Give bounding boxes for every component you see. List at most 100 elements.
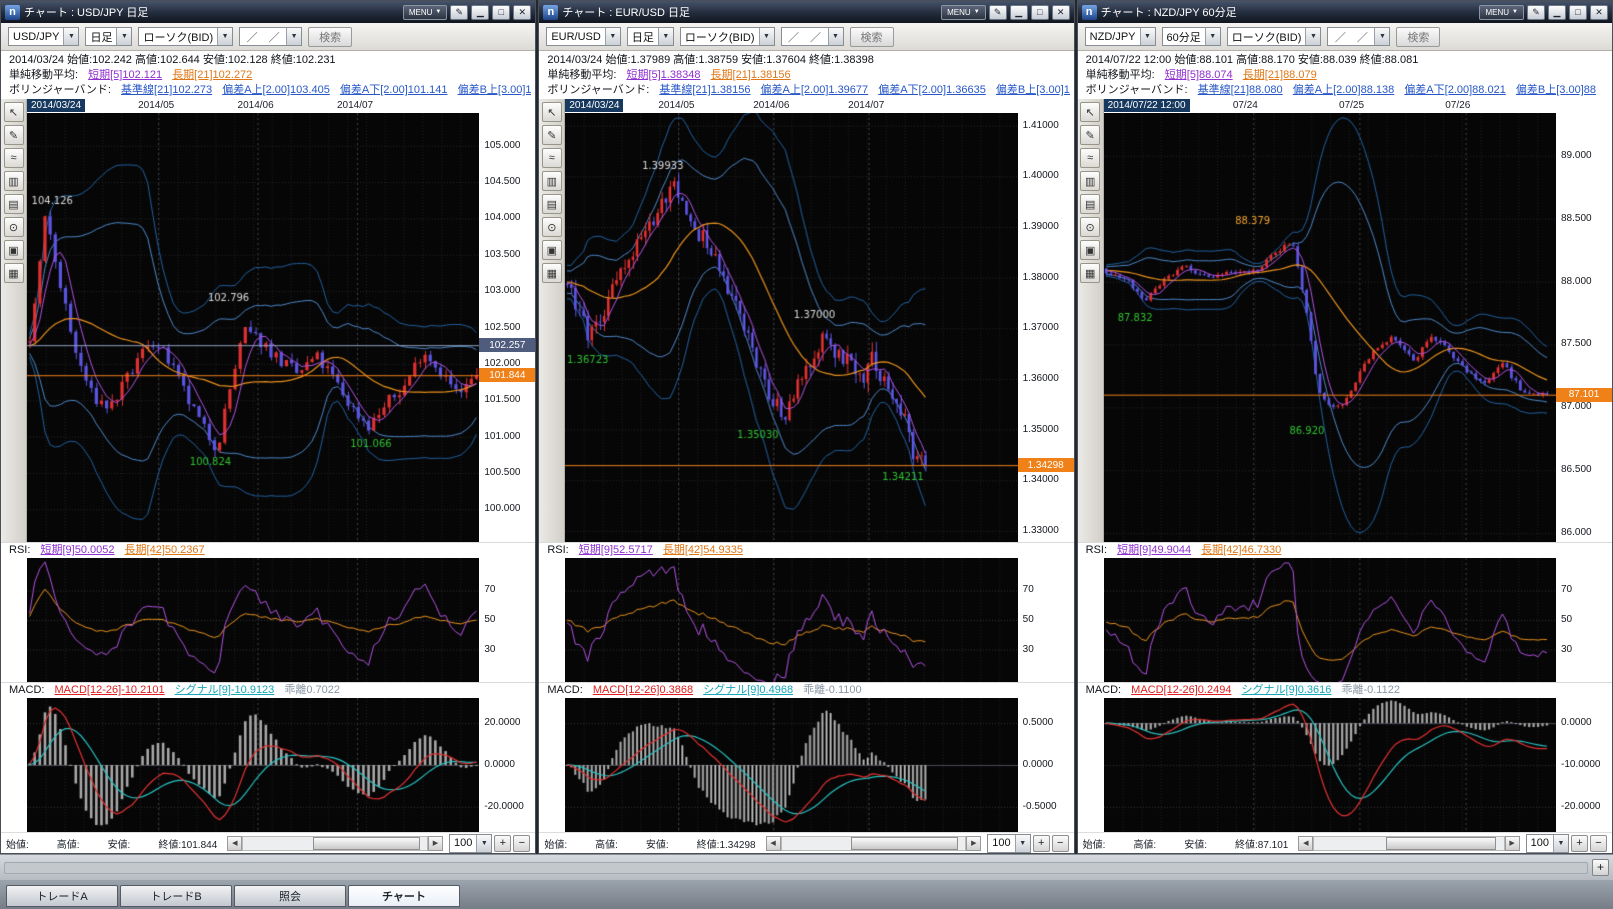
menu-button[interactable]: MENU▼ bbox=[1479, 5, 1524, 20]
pair-select[interactable]: USD/JPY▼ bbox=[8, 27, 79, 46]
bb-dev-a-down-link[interactable]: 偏差A下[2.00]1.36635 bbox=[878, 84, 986, 96]
zoom-out-button[interactable]: − bbox=[1052, 835, 1069, 852]
maximize-button[interactable]: □ bbox=[1569, 5, 1587, 20]
sma-long-link[interactable]: 長期[21]102.272 bbox=[172, 69, 252, 81]
window-titlebar[interactable]: n チャート : NZD/JPY 60分足 MENU▼ ✎ ▁ □ ✕ bbox=[1078, 1, 1612, 23]
sma-short-link[interactable]: 短期[5]102.121 bbox=[88, 69, 162, 81]
zoom-out-button[interactable]: − bbox=[513, 835, 530, 852]
sma-short-link[interactable]: 短期[5]1.38348 bbox=[626, 69, 700, 81]
zoom-in-button[interactable]: + bbox=[1571, 835, 1588, 852]
layout-grid-tool-button[interactable]: ▦ bbox=[542, 263, 562, 283]
bb-dev-a-up-link[interactable]: 偏差A上[2.00]88.138 bbox=[1293, 84, 1395, 96]
edit-pencil-button[interactable]: ✎ bbox=[989, 5, 1007, 20]
bb-dev-b-up-link[interactable]: 偏差B上[3.00]1.4 bbox=[996, 84, 1070, 96]
scrollbar-thumb[interactable] bbox=[313, 837, 420, 850]
layout-grid-tool-button[interactable]: ▦ bbox=[4, 263, 24, 283]
indicator-settings-tool-button[interactable]: ▤ bbox=[4, 194, 24, 214]
sma-long-link[interactable]: 長期[21]88.079 bbox=[1243, 69, 1317, 81]
rsi-chart-canvas[interactable] bbox=[27, 558, 479, 682]
minimize-button[interactable]: ▁ bbox=[1010, 5, 1028, 20]
bb-basis-link[interactable]: 基準線[21]102.273 bbox=[121, 84, 212, 96]
main-chart-canvas[interactable] bbox=[565, 113, 1017, 542]
candle-chart-tool-button[interactable]: ▥ bbox=[1080, 171, 1100, 191]
line-chart-tool-button[interactable]: ≈ bbox=[4, 148, 24, 168]
main-chart-canvas[interactable] bbox=[27, 113, 479, 542]
chart-style-select[interactable]: ローソク(BID)▼ bbox=[138, 27, 233, 46]
bar-count-select[interactable]: 100▼ bbox=[987, 834, 1030, 853]
printer-tool-button[interactable]: ▣ bbox=[542, 240, 562, 260]
eye-tool-button[interactable]: ⊙ bbox=[4, 217, 24, 237]
bb-basis-link[interactable]: 基準線[21]1.38156 bbox=[659, 84, 750, 96]
scroll-left-button[interactable]: ◀ bbox=[1298, 836, 1313, 851]
close-button[interactable]: ✕ bbox=[513, 5, 531, 20]
scroll-right-button[interactable]: ▶ bbox=[966, 836, 981, 851]
bb-dev-a-up-link[interactable]: 偏差A上[2.00]1.39677 bbox=[761, 84, 869, 96]
tab-trade-a[interactable]: トレードA bbox=[6, 885, 118, 907]
macd-value-link[interactable]: MACD[12-26]0.2494 bbox=[1131, 684, 1231, 696]
close-button[interactable]: ✕ bbox=[1052, 5, 1070, 20]
macd-chart-canvas[interactable] bbox=[565, 698, 1017, 832]
bb-basis-link[interactable]: 基準線[21]88.080 bbox=[1198, 84, 1283, 96]
scrollbar-track[interactable] bbox=[1313, 836, 1504, 851]
rsi-short-link[interactable]: 短期[9]49.9044 bbox=[1117, 544, 1191, 556]
maximize-button[interactable]: □ bbox=[492, 5, 510, 20]
rsi-chart-canvas[interactable] bbox=[565, 558, 1017, 682]
pair-select[interactable]: EUR/USD▼ bbox=[546, 27, 621, 46]
macd-chart-canvas[interactable] bbox=[27, 698, 479, 832]
maximize-button[interactable]: □ bbox=[1031, 5, 1049, 20]
menu-button[interactable]: MENU▼ bbox=[403, 5, 448, 20]
edit-pencil-button[interactable]: ✎ bbox=[450, 5, 468, 20]
candle-chart-tool-button[interactable]: ▥ bbox=[4, 171, 24, 191]
macd-signal-link[interactable]: シグナル[9]0.4968 bbox=[703, 684, 793, 696]
macd-value-link[interactable]: MACD[12-26]-10.2101 bbox=[55, 684, 165, 696]
line-chart-tool-button[interactable]: ≈ bbox=[1080, 148, 1100, 168]
printer-tool-button[interactable]: ▣ bbox=[4, 240, 24, 260]
search-button[interactable]: 検索 bbox=[308, 27, 352, 47]
app-horizontal-scrollbar[interactable] bbox=[4, 862, 1588, 874]
date-input[interactable]: ／ ／▼ bbox=[1327, 27, 1390, 46]
add-button[interactable]: + bbox=[1592, 859, 1609, 876]
chart-style-select[interactable]: ローソク(BID)▼ bbox=[1227, 27, 1322, 46]
line-chart-tool-button[interactable]: ≈ bbox=[542, 148, 562, 168]
pointer-tool-button[interactable]: ↖ bbox=[1080, 102, 1100, 122]
scrollbar-thumb[interactable] bbox=[1386, 837, 1496, 850]
pointer-tool-button[interactable]: ↖ bbox=[542, 102, 562, 122]
pencil-tool-button[interactable]: ✎ bbox=[1080, 125, 1100, 145]
scrollbar-track[interactable] bbox=[781, 836, 967, 851]
edit-pencil-button[interactable]: ✎ bbox=[1527, 5, 1545, 20]
tab-trade-b[interactable]: トレードB bbox=[120, 885, 232, 907]
macd-signal-link[interactable]: シグナル[9]-10.9123 bbox=[175, 684, 275, 696]
scrollbar-track[interactable] bbox=[242, 836, 428, 851]
layout-grid-tool-button[interactable]: ▦ bbox=[1080, 263, 1100, 283]
bb-dev-a-up-link[interactable]: 偏差A上[2.00]103.405 bbox=[222, 84, 330, 96]
bb-dev-a-down-link[interactable]: 偏差A下[2.00]101.141 bbox=[340, 84, 448, 96]
bb-dev-b-up-link[interactable]: 偏差B上[3.00]88 bbox=[1516, 84, 1596, 96]
indicator-settings-tool-button[interactable]: ▤ bbox=[542, 194, 562, 214]
close-button[interactable]: ✕ bbox=[1590, 5, 1608, 20]
window-titlebar[interactable]: n チャート : EUR/USD 日足 MENU▼ ✎ ▁ □ ✕ bbox=[539, 1, 1073, 23]
scroll-left-button[interactable]: ◀ bbox=[766, 836, 781, 851]
rsi-short-link[interactable]: 短期[9]50.0052 bbox=[40, 544, 114, 556]
rsi-long-link[interactable]: 長期[42]54.9335 bbox=[663, 544, 743, 556]
eye-tool-button[interactable]: ⊙ bbox=[1080, 217, 1100, 237]
macd-value-link[interactable]: MACD[12-26]0.3868 bbox=[593, 684, 693, 696]
macd-chart-canvas[interactable] bbox=[1104, 698, 1556, 832]
period-select[interactable]: 60分足▼ bbox=[1162, 27, 1221, 46]
macd-signal-link[interactable]: シグナル[9]0.3616 bbox=[1242, 684, 1332, 696]
minimize-button[interactable]: ▁ bbox=[471, 5, 489, 20]
pencil-tool-button[interactable]: ✎ bbox=[542, 125, 562, 145]
rsi-short-link[interactable]: 短期[9]52.5717 bbox=[579, 544, 653, 556]
rsi-chart-canvas[interactable] bbox=[1104, 558, 1556, 682]
candle-chart-tool-button[interactable]: ▥ bbox=[542, 171, 562, 191]
bb-dev-b-up-link[interactable]: 偏差B上[3.00]103 bbox=[458, 84, 532, 96]
scrollbar-thumb[interactable] bbox=[851, 837, 958, 850]
zoom-out-button[interactable]: − bbox=[1590, 835, 1607, 852]
tab-chart[interactable]: チャート bbox=[348, 885, 460, 907]
scroll-right-button[interactable]: ▶ bbox=[1505, 836, 1520, 851]
scroll-left-button[interactable]: ◀ bbox=[227, 836, 242, 851]
date-input[interactable]: ／ ／▼ bbox=[781, 27, 844, 46]
menu-button[interactable]: MENU▼ bbox=[941, 5, 986, 20]
pair-select[interactable]: NZD/JPY▼ bbox=[1085, 27, 1156, 46]
minimize-button[interactable]: ▁ bbox=[1548, 5, 1566, 20]
rsi-long-link[interactable]: 長期[42]50.2367 bbox=[125, 544, 205, 556]
